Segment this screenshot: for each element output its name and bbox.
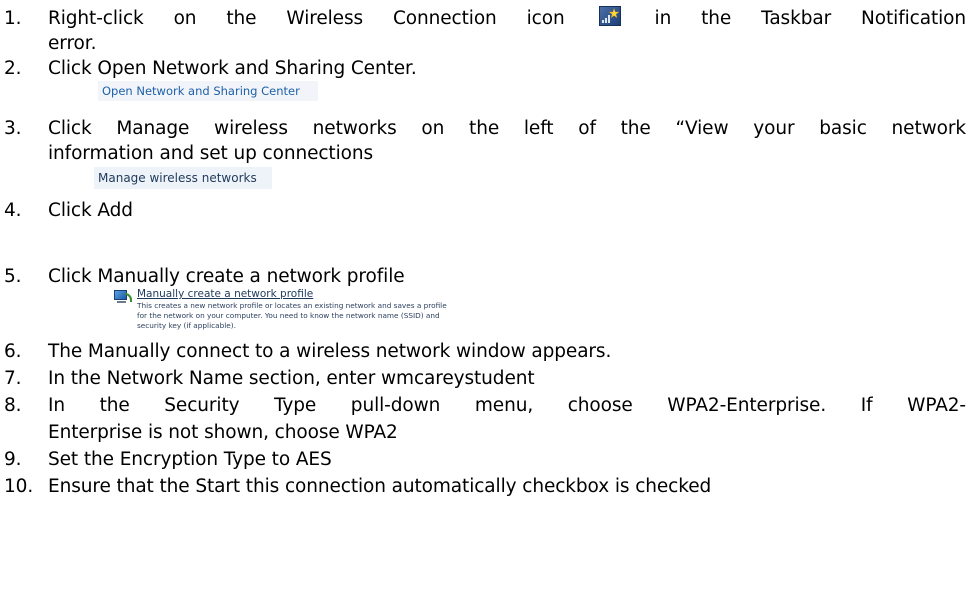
step-text: The Manually connect to a wireless netwo…: [48, 341, 612, 362]
manual-profile-title[interactable]: Manually create a network profile: [137, 288, 313, 301]
step-text-line1: In the Security Type pull-down menu, cho…: [48, 395, 966, 416]
step-text: Click Open Network and Sharing Center.: [48, 58, 417, 79]
step-number: 10.: [4, 476, 34, 497]
step-number: 6.: [4, 341, 22, 362]
step-number: 1.: [4, 8, 22, 29]
step-text-part: in the Taskbar Notification: [654, 8, 967, 29]
step-text-line2: Enterprise is not shown, choose WPA2: [48, 422, 398, 443]
manage-wireless-networks-link[interactable]: Manage wireless networks: [94, 167, 272, 189]
step-number: 7.: [4, 368, 22, 389]
open-network-sharing-center-link[interactable]: Open Network and Sharing Center: [98, 81, 318, 101]
step-text: Set the Encryption Type to AES: [48, 449, 332, 470]
instruction-document: 1. Right-click on the Wireless Connectio…: [0, 0, 972, 597]
step-text: Click Manually create a network profile: [48, 266, 405, 287]
step-text-line2: error.: [48, 33, 97, 54]
step-text: In the Network Name section, enter wmcar…: [48, 368, 535, 389]
step-text-line1: Click Manage wireless networks on the le…: [48, 118, 966, 139]
step-number: 9.: [4, 449, 22, 470]
step-number: 5.: [4, 266, 22, 287]
step-text: Ensure that the Start this connection au…: [48, 476, 712, 497]
step-text-line1: Right-click on the Wireless Connection i…: [48, 6, 966, 31]
step-number: 4.: [4, 200, 22, 221]
step-number: 2.: [4, 58, 22, 79]
step-text-part: Right-click on the Wireless Connection i…: [48, 8, 565, 29]
step-number: 8.: [4, 395, 22, 416]
step-text-line2: information and set up connections: [48, 143, 374, 164]
manually-create-profile-option[interactable]: Manually create a network profile This c…: [114, 288, 454, 340]
network-computer-icon: [114, 290, 132, 306]
manual-profile-description: This creates a new network profile or lo…: [137, 301, 447, 330]
step-number: 3.: [4, 118, 22, 139]
wireless-connection-icon: [598, 6, 621, 26]
step-text: Click Add: [48, 200, 133, 221]
